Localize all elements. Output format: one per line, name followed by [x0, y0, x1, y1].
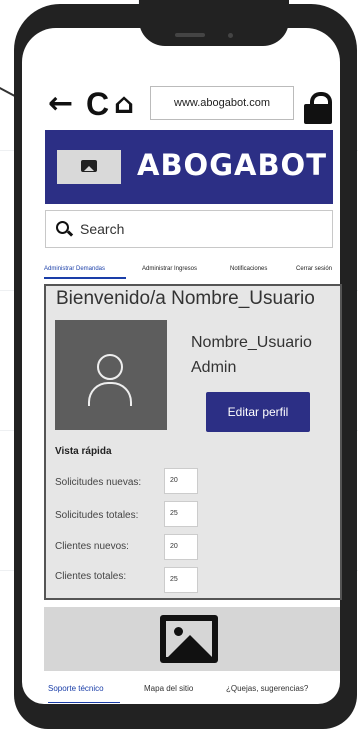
stat-value-total-clients: 25: [164, 567, 198, 593]
phone-camera: [228, 33, 233, 38]
user-icon: [97, 354, 123, 380]
search-icon: [56, 221, 69, 234]
main-tabs: Administrar Demandas Administrar Ingreso…: [44, 263, 344, 279]
user-role: Admin: [191, 359, 237, 376]
image-icon: [81, 160, 97, 172]
footer-link-quejas[interactable]: ¿Quejas, sugerencias?: [226, 684, 308, 693]
brand-title: ABOGABOT: [137, 148, 327, 182]
profile-panel: Bienvenido/a Nombre_Usuario Nombre_Usuar…: [44, 284, 342, 600]
user-name: Nombre_Usuario: [191, 334, 312, 351]
quick-view-title: Vista rápida: [55, 446, 112, 457]
footer-links: Soporte técnico Mapa del sitio ¿Quejas, …: [44, 682, 344, 706]
stat-label-new-clients: Clientes nuevos:: [55, 541, 129, 552]
reload-icon[interactable]: C: [86, 84, 109, 124]
phone-speaker: [175, 33, 205, 37]
footer-link-mapa[interactable]: Mapa del sitio: [144, 684, 193, 693]
search-input[interactable]: Search: [80, 221, 124, 237]
lock-icon: [304, 92, 332, 124]
logo-image-placeholder: [57, 150, 121, 184]
tab-administrar-demandas[interactable]: Administrar Demandas: [44, 266, 105, 272]
stat-value-total-requests: 25: [164, 501, 198, 527]
edit-profile-button[interactable]: Editar perfil: [206, 392, 310, 432]
stat-label-new-requests: Solicitudes nuevas:: [55, 477, 142, 488]
url-bar[interactable]: www.abogabot.com: [150, 86, 294, 120]
stat-label-total-clients: Clientes totales:: [55, 571, 127, 582]
browser-navbar: ← C ⌂ www.abogabot.com: [22, 84, 340, 126]
search-bar[interactable]: Search: [45, 210, 333, 248]
phone-notch: [139, 0, 289, 46]
stat-value-new-clients: 20: [164, 534, 198, 560]
active-tab-underline: [44, 277, 126, 279]
welcome-heading: Bienvenido/a Nombre_Usuario: [56, 288, 315, 309]
active-link-underline: [48, 702, 120, 703]
footer-image-placeholder: [44, 607, 340, 671]
image-icon: [160, 615, 218, 663]
tab-cerrar-sesion[interactable]: Cerrar sesión: [296, 266, 332, 272]
footer-link-soporte[interactable]: Soporte técnico: [48, 684, 104, 693]
back-arrow-icon[interactable]: ←: [48, 84, 73, 124]
avatar: [55, 320, 167, 430]
stat-value-new-requests: 20: [164, 468, 198, 494]
home-icon[interactable]: ⌂: [114, 84, 134, 124]
tab-notificaciones[interactable]: Notificaciones: [230, 266, 267, 272]
site-banner: ABOGABOT: [45, 130, 333, 204]
stat-label-total-requests: Solicitudes totales:: [55, 510, 139, 521]
tab-administrar-ingresos[interactable]: Administrar Ingresos: [142, 266, 197, 272]
